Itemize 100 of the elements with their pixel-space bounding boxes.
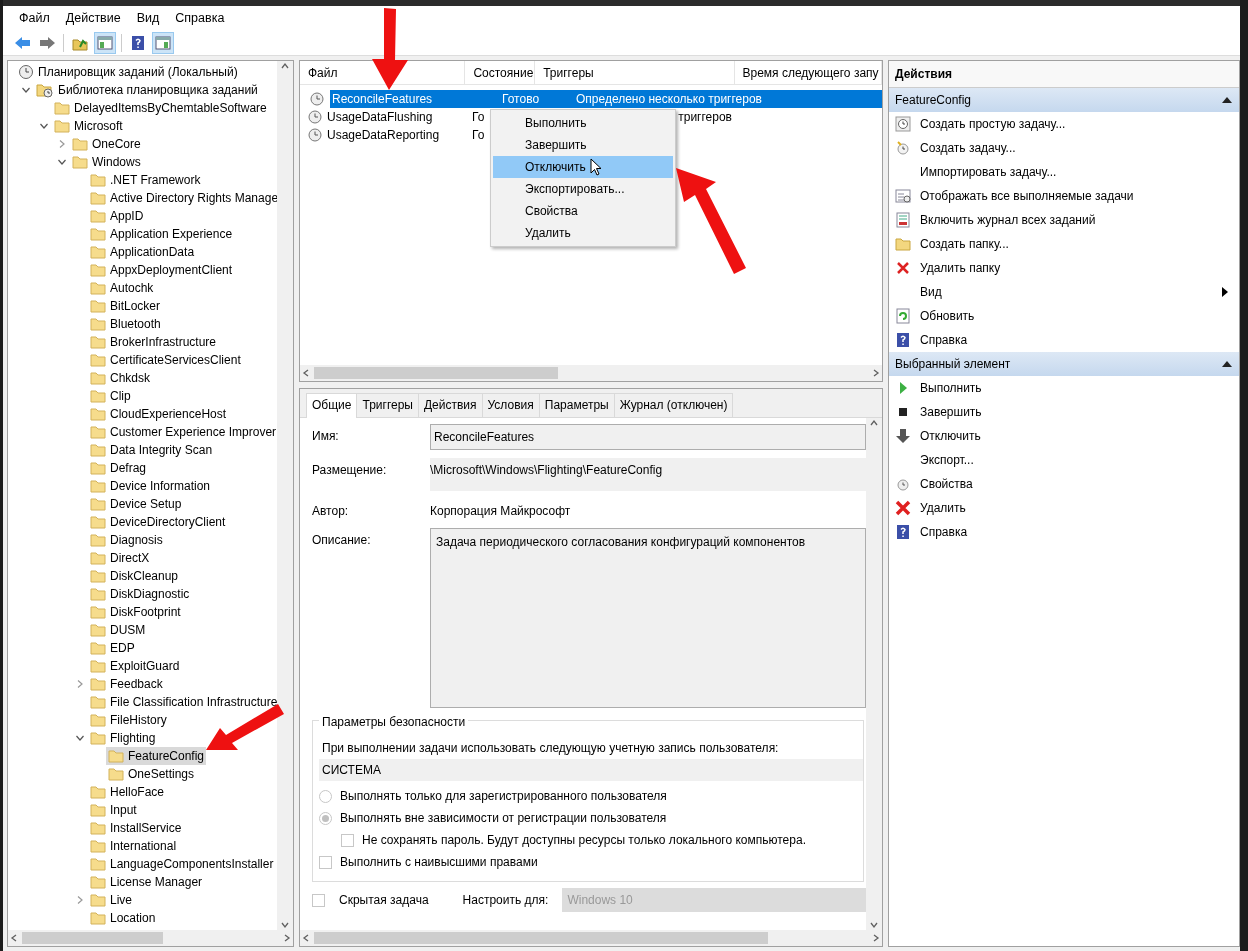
menu-item[interactable]: Справка (167, 6, 233, 30)
tree-item[interactable]: Application Experience (88, 225, 235, 243)
tree-item[interactable]: Autochk (88, 279, 156, 297)
tree-item[interactable]: License Manager (88, 873, 205, 891)
tree-item[interactable]: FeatureConfig (106, 747, 207, 765)
tree-item[interactable]: OneSettings (106, 765, 197, 783)
tree-item[interactable]: .NET Framework (88, 171, 203, 189)
tree-item[interactable]: Библиотека планировщика заданий (34, 81, 260, 99)
action-item[interactable]: Вид (889, 280, 1239, 304)
action-item[interactable]: Удалить папку (889, 256, 1239, 280)
tree-item[interactable]: DiskCleanup (88, 567, 181, 585)
tree-item[interactable]: Defrag (88, 459, 149, 477)
menu-item[interactable]: Выполнить (493, 112, 673, 134)
menu-item[interactable]: Действие (57, 6, 129, 30)
action-item[interactable]: Включить журнал всех заданий (889, 208, 1239, 232)
tree-item[interactable]: FileHistory (88, 711, 169, 729)
tree-item[interactable]: Bluetooth (88, 315, 163, 333)
table-row[interactable]: ReconcileFeatures Готово Определено несколько триггеров (330, 90, 882, 108)
action-item[interactable]: Удалить (889, 496, 1239, 520)
scrollbar[interactable] (300, 930, 882, 946)
checkbox[interactable] (319, 855, 332, 869)
action-item[interactable]: Создать простую задачу... (889, 112, 1239, 136)
scroll-up-icon[interactable] (280, 61, 290, 71)
column-header[interactable]: Триггеры (535, 61, 735, 84)
radio-button[interactable] (319, 789, 332, 803)
tree-item[interactable]: DelayedItemsByChemtableSoftware (52, 99, 269, 117)
chevron-icon[interactable] (39, 121, 49, 131)
menu-item[interactable]: Экспортировать... (493, 178, 673, 200)
tree-item[interactable]: Flighting (88, 729, 158, 747)
scrollbar[interactable] (866, 418, 882, 930)
scrollbar[interactable] (277, 61, 293, 930)
tree-item[interactable]: BitLocker (88, 297, 163, 315)
chevron-icon[interactable] (75, 733, 85, 743)
action-item[interactable]: Экспорт... (889, 448, 1239, 472)
tree-item[interactable]: CertificateServicesClient (88, 351, 243, 369)
tree-item[interactable]: DiskDiagnostic (88, 585, 192, 603)
checkbox[interactable] (341, 833, 354, 847)
tab[interactable]: Журнал (отключен) (613, 393, 734, 417)
tree-item[interactable]: Планировщик заданий (Локальный) (16, 63, 240, 81)
tree-item[interactable]: CloudExperienceHost (88, 405, 229, 423)
tree-item[interactable]: Customer Experience Improver (88, 423, 277, 441)
tree-item[interactable]: DUSM (88, 621, 148, 639)
column-header[interactable]: Состояние (465, 61, 536, 84)
tree-item[interactable]: Active Directory Rights Manage (88, 189, 277, 207)
action-item[interactable]: Создать задачу... (889, 136, 1239, 160)
action-item[interactable]: Обновить (889, 304, 1239, 328)
tree-item[interactable]: Windows (70, 153, 143, 171)
scrollbar[interactable] (300, 365, 882, 381)
menu-item[interactable]: Свойства (493, 200, 673, 222)
collapse-icon[interactable] (1221, 96, 1233, 104)
input-field[interactable]: ReconcileFeatures (430, 424, 866, 450)
tree-item[interactable]: AppID (88, 207, 146, 225)
scroll-down-icon[interactable] (869, 920, 879, 930)
tree-item[interactable]: Device Setup (88, 495, 184, 513)
tree-item[interactable]: Input (88, 801, 139, 819)
description-field[interactable]: Задача периодического согласования конфигураций компонентов (430, 528, 866, 708)
menu-item[interactable]: Файл (11, 6, 58, 30)
tree-item[interactable]: Live (88, 891, 134, 909)
tree-item[interactable]: Chkdsk (88, 369, 152, 387)
menu-item[interactable]: Удалить (493, 222, 673, 244)
tree-item[interactable]: EDP (88, 639, 137, 657)
action-item[interactable]: Выполнить (889, 376, 1239, 400)
scroll-up-icon[interactable] (869, 418, 879, 428)
tree-item[interactable]: DeviceDirectoryClient (88, 513, 228, 531)
action-item[interactable]: Завершить (889, 400, 1239, 424)
action-item[interactable]: Справка (889, 328, 1239, 352)
scroll-down-icon[interactable] (280, 920, 290, 930)
action-item[interactable]: Свойства (889, 472, 1239, 496)
tree-item[interactable]: Microsoft (52, 117, 125, 135)
section-header[interactable]: FeatureConfig (889, 88, 1239, 112)
chevron-icon[interactable] (21, 85, 31, 95)
tree-item[interactable]: BrokerInfrastructure (88, 333, 219, 351)
tree-item[interactable]: Data Integrity Scan (88, 441, 215, 459)
tree-item[interactable]: HelloFace (88, 783, 167, 801)
tree-item[interactable]: DiskFootprint (88, 603, 183, 621)
section-header[interactable]: Выбранный элемент (889, 352, 1239, 376)
action-item[interactable]: Справка (889, 520, 1239, 544)
tree-item[interactable]: File Classification Infrastructure (88, 693, 277, 711)
scrollbar[interactable] (8, 930, 293, 946)
checkbox[interactable] (312, 893, 325, 907)
tree-item[interactable]: Diagnosis (88, 531, 165, 549)
menu-item[interactable]: Завершить (493, 134, 673, 156)
tree-item[interactable]: ApplicationData (88, 243, 197, 261)
tree-item[interactable]: LanguageComponentsInstaller (88, 855, 276, 873)
action-item[interactable]: Создать папку... (889, 232, 1239, 256)
tree-item[interactable]: AppxDeploymentClient (88, 261, 235, 279)
action-item[interactable]: Отображать все выполняемые задачи (889, 184, 1239, 208)
radio-button[interactable] (319, 811, 332, 825)
tree-item[interactable]: DirectX (88, 549, 152, 567)
tree-item[interactable]: Feedback (88, 675, 165, 693)
tree-item[interactable]: Device Information (88, 477, 213, 495)
tree-item[interactable]: Clip (88, 387, 133, 405)
tree-item[interactable]: Location (88, 909, 158, 927)
tree-item[interactable]: InstallService (88, 819, 184, 837)
tree-item[interactable]: OneCore (70, 135, 143, 153)
collapse-icon[interactable] (1221, 360, 1233, 368)
action-item[interactable]: Отключить (889, 424, 1239, 448)
tree-item[interactable]: International (88, 837, 179, 855)
tree-item[interactable]: ExploitGuard (88, 657, 182, 675)
action-item[interactable]: Импортировать задачу... (889, 160, 1239, 184)
